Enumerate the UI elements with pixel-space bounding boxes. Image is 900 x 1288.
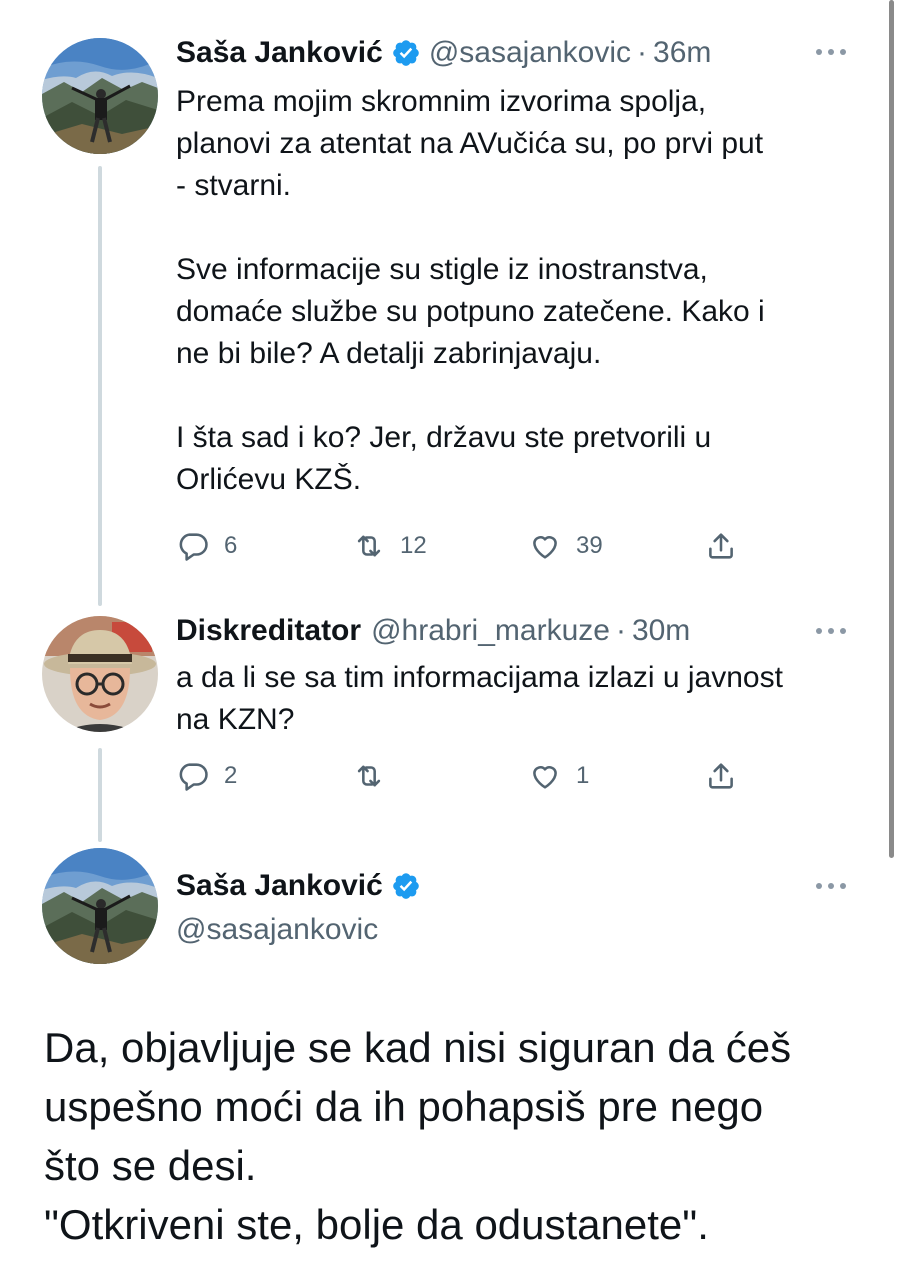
- reply-button[interactable]: 2: [176, 756, 237, 796]
- more-options-icon[interactable]: [814, 881, 848, 891]
- separator-dot: ·: [615, 614, 626, 647]
- timestamp[interactable]: 36m: [653, 35, 711, 71]
- scrollbar[interactable]: [889, 0, 900, 1288]
- avatar[interactable]: [42, 616, 158, 732]
- share-icon: [704, 759, 738, 793]
- verified-badge-icon: [391, 871, 421, 901]
- like-count: 39: [576, 532, 603, 559]
- display-name[interactable]: Diskreditator: [176, 613, 361, 649]
- like-button[interactable]: 39: [528, 526, 603, 566]
- tweet-text: a da li se sa tim informacijama izlazi u…: [176, 661, 783, 736]
- tweet-header: Diskreditator @hrabri_markuze · 30m: [176, 613, 690, 649]
- scrollbar-thumb[interactable]: [889, 0, 894, 858]
- timestamp[interactable]: 30m: [632, 613, 690, 649]
- tweet-action-bar: 6 12 39: [176, 526, 776, 566]
- handle[interactable]: @sasajankovic: [176, 912, 378, 948]
- reply-count: 6: [224, 532, 238, 559]
- avatar[interactable]: [42, 848, 158, 964]
- tweet-header: Saša Janković @sasajankovic · 36m: [176, 35, 711, 71]
- reply-button[interactable]: 6: [176, 526, 237, 566]
- retweet-button[interactable]: 12: [352, 526, 427, 566]
- reply-count: 2: [224, 762, 238, 789]
- display-name[interactable]: Saša Janković: [176, 35, 383, 71]
- retweet-icon: [352, 759, 386, 793]
- retweet-icon: [352, 529, 386, 563]
- thread-connector-line: [98, 748, 102, 842]
- tweet-action-bar: 2 1: [176, 756, 776, 796]
- like-count: 1: [576, 762, 590, 789]
- more-options-icon[interactable]: [814, 626, 848, 636]
- more-options-icon[interactable]: [814, 47, 848, 57]
- handle[interactable]: @hrabri_markuze: [371, 613, 610, 649]
- tweet-text: Prema mojim skromnim izvorima spolja, pl…: [176, 85, 765, 496]
- retweet-count: 12: [400, 532, 427, 559]
- like-icon: [528, 529, 562, 563]
- reply-icon: [176, 759, 210, 793]
- reply-icon: [176, 529, 210, 563]
- tweet-header: Saša Janković: [176, 868, 429, 904]
- share-button[interactable]: [704, 526, 738, 566]
- display-name[interactable]: Saša Janković: [176, 868, 383, 904]
- main-tweet-text: Da, objavljuje se kad nisi siguran da će…: [44, 1024, 792, 1248]
- thread-connector-line: [98, 166, 102, 606]
- like-icon: [528, 759, 562, 793]
- verified-badge-icon: [391, 38, 421, 68]
- share-button[interactable]: [704, 756, 738, 796]
- handle[interactable]: @sasajankovic: [429, 35, 631, 71]
- retweet-button[interactable]: [352, 756, 400, 796]
- separator-dot: ·: [637, 36, 648, 69]
- avatar[interactable]: [42, 38, 158, 154]
- like-button[interactable]: 1: [528, 756, 589, 796]
- share-icon: [704, 529, 738, 563]
